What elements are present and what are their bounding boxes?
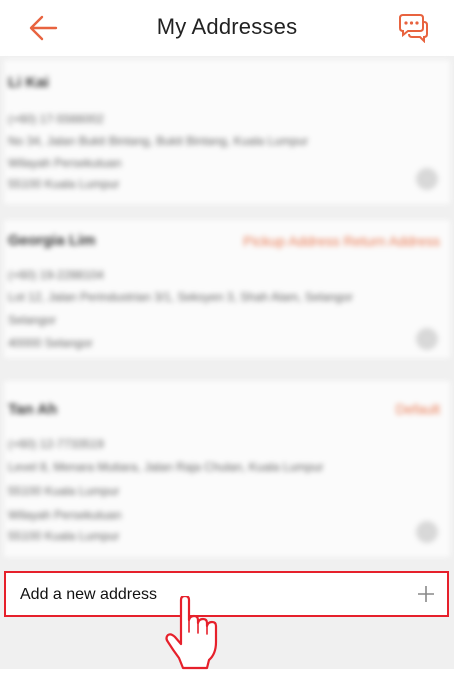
address-line: (+60) 19-2288104	[8, 268, 104, 282]
address-line: 40000 Selangor	[8, 336, 93, 350]
address-card[interactable]: Georgia Lim Pickup Address Return Addres…	[4, 220, 450, 358]
address-line: (+60) 12-7733519	[8, 437, 104, 451]
page-title: My Addresses	[156, 14, 298, 39]
address-line: Wilayah Persekutuan	[8, 508, 122, 522]
address-line: Wilayah Persekutuan	[8, 156, 122, 170]
address-line: Level 8, Menara Mutiara, Jalan Raja Chul…	[8, 460, 324, 474]
address-line: 55100 Kuala Lumpur	[8, 177, 120, 191]
chat-bubbles-icon[interactable]	[396, 13, 428, 44]
address-tag: Pickup Address Return Address	[243, 233, 440, 249]
address-line: 55100 Kuala Lumpur	[8, 529, 120, 543]
edit-icon[interactable]	[416, 521, 438, 543]
address-card[interactable]: Tan Ah Default (+60) 12-7733519 Level 8,…	[4, 381, 450, 557]
edit-icon[interactable]	[416, 168, 438, 190]
default-badge: Default	[395, 401, 440, 417]
address-card[interactable]: Li Kai (+60) 17-5566002 No 34, Jalan Buk…	[4, 60, 450, 204]
address-line: (+60) 17-5566002	[8, 112, 104, 126]
edit-icon[interactable]	[416, 328, 438, 350]
add-new-address-button[interactable]: Add a new address	[4, 571, 449, 617]
header: My Addresses	[0, 0, 454, 56]
address-line: Selangor	[8, 313, 57, 327]
address-line: No 34, Jalan Bukit Bintang, Bukit Bintan…	[8, 134, 309, 148]
address-line: 55100 Kuala Lumpur	[8, 484, 120, 498]
add-new-address-label: Add a new address	[20, 586, 157, 603]
address-name: Li Kai	[8, 74, 49, 91]
hand-pointer-icon	[163, 594, 225, 670]
address-line: Lot 12, Jalan Perindustrian 3/1, Seksyen…	[8, 290, 353, 304]
plus-icon	[417, 585, 435, 603]
address-name: Georgia Lim	[8, 232, 96, 249]
address-name: Tan Ah	[8, 401, 58, 418]
